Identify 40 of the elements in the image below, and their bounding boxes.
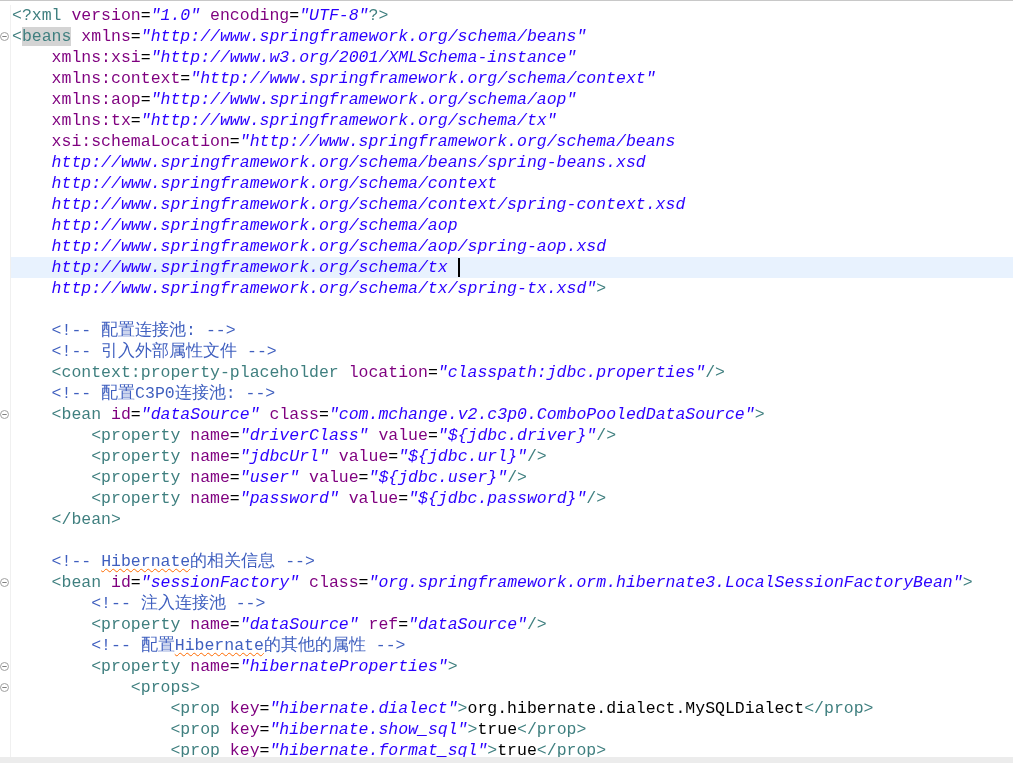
code-line: <property name="jdbcUrl" value="${jdbc.url}"/> xyxy=(91,447,547,466)
collapse-icon[interactable] xyxy=(0,662,9,671)
code-line: <!-- 配置连接池: --> xyxy=(51,321,236,340)
collapse-icon[interactable] xyxy=(0,32,9,41)
code-line: xmlns:context="http://www.springframework.org/schema/context" xyxy=(51,69,656,88)
code-line: http://www.springframework.org/schema/tx xyxy=(51,258,448,277)
code-line: <?xml version="1.0" encoding="UTF-8"?> xyxy=(12,6,389,25)
text-cursor xyxy=(457,258,460,277)
code-line: <!-- Hibernate的相关信息 --> xyxy=(51,552,315,571)
code-line: <property name="password" value="${jdbc.password}"/> xyxy=(91,489,607,508)
code-line: http://www.springframework.org/schema/tx/spring-tx.xsd"> xyxy=(51,279,607,298)
code-line: http://www.springframework.org/schema/aop/spring-aop.xsd xyxy=(51,237,607,256)
code-line: <!-- 引入外部属性文件 --> xyxy=(51,342,277,361)
code-line: <bean id="sessionFactory" class="org.springframework.orm.hibernate3.LocalSessionFactoryBean"> xyxy=(51,573,973,592)
code-line: <!-- 配置Hibernate的其他的属性 --> xyxy=(91,636,406,655)
code-line: <bean id="dataSource" class="com.mchange.v2.c3p0.ComboPooledDataSource"> xyxy=(51,405,765,424)
code-line: <props> xyxy=(130,678,201,697)
code-line: <context:property-placeholder location="classpath:jdbc.properties"/> xyxy=(51,363,725,382)
code-line: <prop key="hibernate.dialect">org.hibernate.dialect.MySQLDialect</prop> xyxy=(170,699,874,718)
code-line: xsi:schemaLocation="http://www.springframework.org/schema/beans xyxy=(51,132,676,151)
code-line: <property name="hibernateProperties"> xyxy=(91,657,458,676)
code-line: <property name="driverClass" value="${jdbc.driver}"/> xyxy=(91,426,617,445)
code-line: http://www.springframework.org/schema/beans/spring-beans.xsd xyxy=(51,153,646,172)
code-line: http://www.springframework.org/schema/context/spring-context.xsd xyxy=(51,195,686,214)
collapse-icon[interactable] xyxy=(0,578,9,587)
code-line: <prop key="hibernate.show_sql">true</prop> xyxy=(170,720,587,739)
code-line: <!-- 配置C3P0连接池: --> xyxy=(51,384,276,403)
code-line: <!-- 注入连接池 --> xyxy=(91,594,266,613)
code-line: xmlns:tx="http://www.springframework.org/schema/tx" xyxy=(51,111,557,130)
code-line: <beans xmlns="http://www.springframework.org/schema/beans" xyxy=(12,27,587,46)
code-line: http://www.springframework.org/schema/context xyxy=(51,174,498,193)
code-line: http://www.springframework.org/schema/aop xyxy=(51,216,458,235)
code-line: <prop key="hibernate.format_sql">true</prop> xyxy=(170,741,607,760)
code-line: <property name="dataSource" ref="dataSource"/> xyxy=(91,615,547,634)
code-line: xmlns:aop="http://www.springframework.org/schema/aop" xyxy=(51,90,577,109)
collapse-icon[interactable] xyxy=(0,683,9,692)
code-line: xmlns:xsi="http://www.w3.org/2001/XMLSchema-instance" xyxy=(51,48,577,67)
code-line: </bean> xyxy=(51,510,121,529)
collapse-icon[interactable] xyxy=(0,410,9,419)
code-line: <property name="user" value="${jdbc.user}"/> xyxy=(91,468,527,487)
